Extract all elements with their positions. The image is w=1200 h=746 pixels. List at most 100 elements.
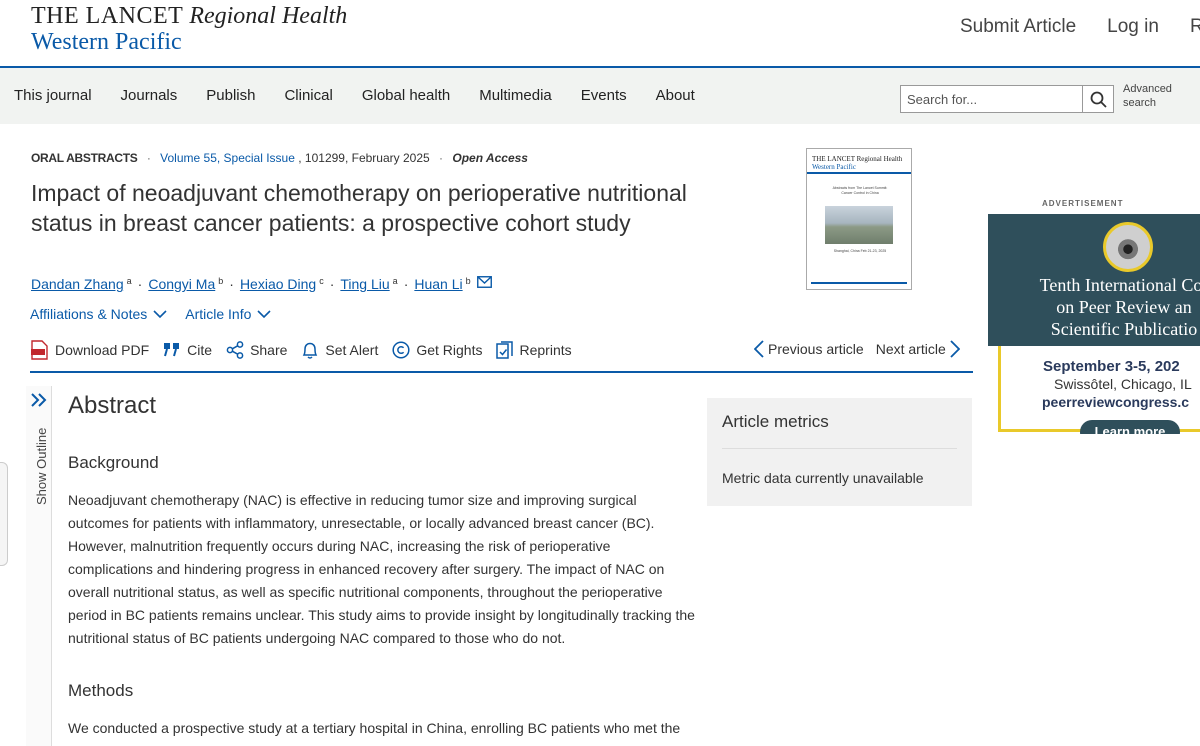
ad-title: Tenth International Cor on Peer Review a… (1004, 274, 1200, 340)
background-text: Neoadjuvant chemotherapy (NAC) is effect… (68, 492, 695, 646)
download-pdf-button[interactable]: Download PDF (30, 340, 149, 360)
author-separator: · (229, 276, 234, 292)
section-label: ORAL ABSTRACTS (31, 151, 138, 165)
affiliations-toggle[interactable]: Affiliations & Notes (30, 306, 167, 322)
previous-article-label: Previous article (768, 341, 864, 357)
article-pagination: Previous article Next article (754, 340, 960, 358)
nav-item-global-health[interactable]: Global health (362, 87, 450, 104)
cover-subtitle: Shanghai, China Feb 21-23, 2025 (833, 249, 887, 253)
search-box (900, 85, 1114, 113)
set-alert-button[interactable]: Set Alert (301, 340, 378, 360)
copyright-icon (392, 341, 410, 359)
nav-item-about[interactable]: About (656, 87, 695, 104)
nav-item-clinical[interactable]: Clinical (284, 87, 332, 104)
nav-item-journals[interactable]: Journals (121, 87, 178, 104)
advertisement-banner[interactable]: Tenth International Cor on Peer Review a… (988, 214, 1200, 434)
author-affiliation-sup[interactable]: b (466, 276, 471, 286)
author-separator: · (137, 276, 143, 292)
chevron-right-icon (950, 340, 960, 358)
ad-date: September 3-5, 202 (1043, 358, 1180, 375)
author-affiliation-sup[interactable]: c (319, 276, 324, 286)
article-toggles: Affiliations & Notes Article Info (30, 306, 271, 322)
logo-journal: Regional Health (189, 3, 348, 29)
cite-label: Cite (187, 342, 213, 358)
meta-separator: · (146, 151, 151, 165)
site-header: THE LANCET Regional Health Western Pacif… (0, 0, 1200, 66)
author-affiliation-sup[interactable]: a (127, 276, 132, 286)
reprints-label: Reprints (519, 342, 572, 358)
ad-title-line: on Peer Review an (1056, 297, 1192, 317)
ad-title-line: Tenth International Cor (1039, 275, 1200, 295)
email-icon[interactable] (476, 276, 492, 288)
bell-icon (303, 342, 318, 359)
cover-image (825, 206, 893, 244)
search-icon (1090, 91, 1107, 108)
next-article-label: Next article (875, 341, 946, 357)
article-title: Impact of neoadjuvant chemotherapy on pe… (31, 180, 687, 236)
author-link[interactable]: Ting Liu (340, 276, 389, 292)
author-link[interactable]: Huan Li (414, 276, 462, 292)
side-panel-handle[interactable] (0, 462, 8, 566)
chevron-down-icon (257, 309, 271, 318)
search-input[interactable] (901, 86, 1083, 112)
main-nav: This journal Journals Publish Clinical G… (0, 66, 1200, 124)
get-rights-label: Get Rights (416, 342, 483, 358)
pdf-icon (31, 340, 48, 360)
register-link[interactable]: Re (1190, 16, 1200, 38)
share-button[interactable]: Share (226, 340, 287, 360)
cover-bar (807, 172, 911, 174)
cover-title: Abstracts from The Lancet Summit: Cancer… (832, 186, 888, 195)
author-affiliation-sup[interactable]: b (218, 276, 223, 286)
affiliations-toggle-label: Affiliations & Notes (30, 306, 148, 322)
nav-item-events[interactable]: Events (581, 87, 627, 104)
logo-brand: THE LANCET (31, 3, 184, 29)
share-icon (226, 341, 244, 359)
cover-brand-text: THE LANCET Regional Health (812, 155, 903, 163)
ad-url: peerreviewcongress.c (1042, 394, 1190, 410)
metrics-divider (722, 448, 957, 449)
author-link[interactable]: Dandan Zhang (31, 276, 124, 292)
author-link[interactable]: Congyi Ma (148, 276, 215, 292)
show-outline-label[interactable]: Show Outline (34, 428, 49, 505)
article-info-toggle-label: Article Info (185, 306, 252, 322)
cover-footer-bar (811, 282, 907, 284)
author-affiliation-sup[interactable]: a (393, 276, 398, 286)
cover-region-text: Western Pacific (812, 163, 856, 171)
cite-button[interactable]: Cite (163, 340, 212, 360)
journal-logo[interactable]: THE LANCET Regional Health Western Pacif… (31, 4, 347, 54)
background-heading: Background (68, 453, 159, 472)
nav-item-publish[interactable]: Publish (206, 87, 255, 104)
logo-region: Western Pacific (31, 29, 182, 55)
set-alert-label: Set Alert (325, 342, 379, 358)
meta-separator: · (439, 151, 444, 165)
reprints-button[interactable]: Reprints (496, 340, 572, 360)
article-toolbar: Download PDF Cite Share Set Alert Get Ri… (30, 340, 586, 360)
author-link[interactable]: Hexiao Ding (240, 276, 316, 292)
previous-article-link[interactable]: Previous article (754, 340, 864, 358)
journal-cover[interactable]: THE LANCET Regional Health Western Pacif… (806, 148, 912, 290)
nav-item-this-journal[interactable]: This journal (14, 87, 92, 104)
toolbar-divider (30, 371, 973, 373)
author-separator: · (329, 276, 335, 292)
double-chevron-right-icon (31, 393, 47, 407)
metrics-message: Metric data currently unavailable (722, 470, 924, 486)
advanced-search-link[interactable]: Advanced search (1123, 82, 1183, 110)
quote-icon (164, 343, 180, 357)
nav-menu: This journal Journals Publish Clinical G… (14, 87, 724, 104)
article-info-toggle[interactable]: Article Info (185, 306, 271, 322)
volume-link[interactable]: Volume 55, Special Issue (160, 151, 295, 165)
ad-title-line: Scientific Publicatio (1050, 319, 1198, 339)
open-access-label: Open Access (452, 151, 528, 165)
search-button[interactable] (1082, 86, 1113, 112)
login-link[interactable]: Log in (1107, 16, 1159, 38)
nav-item-multimedia[interactable]: Multimedia (479, 87, 552, 104)
methods-text: We conducted a prospective study at a te… (68, 720, 681, 736)
get-rights-button[interactable]: Get Rights (392, 340, 482, 360)
reprints-icon (496, 340, 514, 359)
submit-article-link[interactable]: Submit Article (960, 16, 1076, 38)
citation-text: , 101299, February 2025 (298, 151, 430, 165)
methods-heading: Methods (68, 681, 134, 700)
next-article-link[interactable]: Next article (876, 340, 960, 358)
ad-learn-more-button[interactable]: Learn more (1080, 420, 1180, 434)
header-links: Submit Article Log in Re (960, 16, 1200, 38)
